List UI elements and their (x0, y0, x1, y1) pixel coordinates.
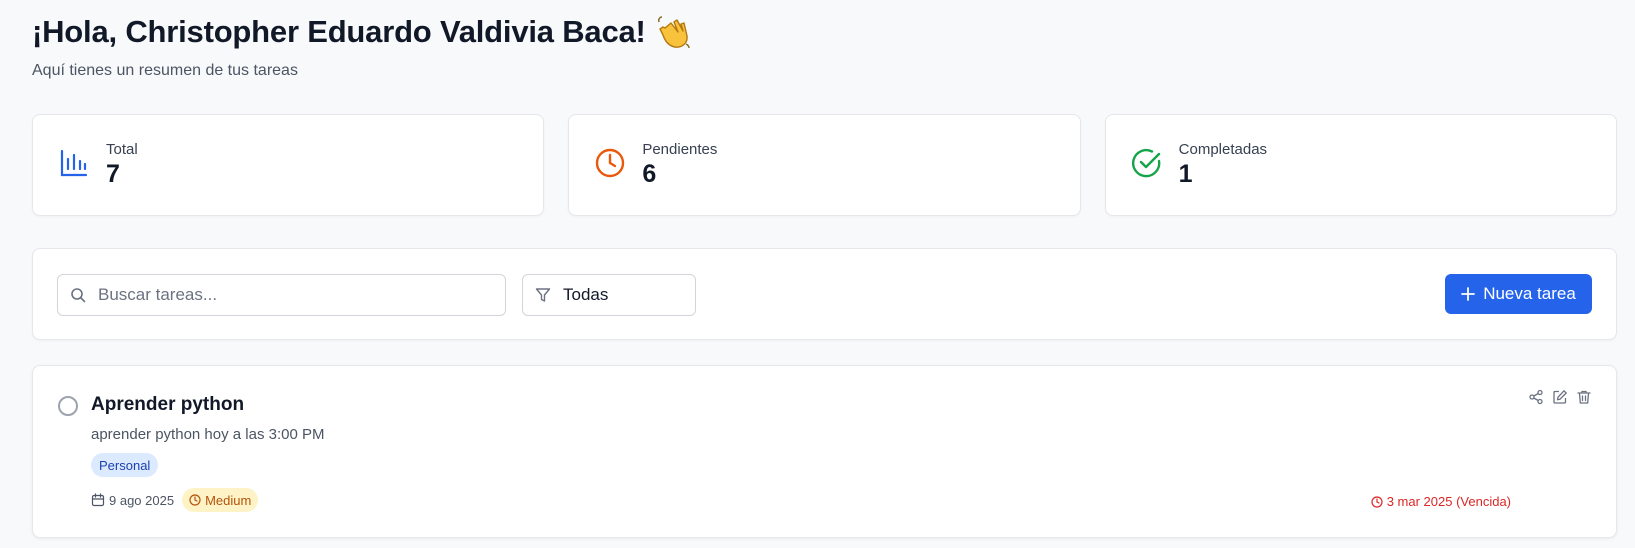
edit-icon[interactable] (1552, 389, 1568, 405)
task-actions (1528, 389, 1592, 405)
greeting-text: ¡Hola, Christopher Eduardo Valdivia Baca… (32, 14, 646, 49)
page-title: ¡Hola, Christopher Eduardo Valdivia Baca… (32, 14, 692, 50)
stat-value: 6 (642, 160, 657, 188)
stat-value: 1 (1178, 160, 1193, 188)
created-date: 9 ago 2025 (91, 493, 174, 508)
stat-card-completed: Completadas 1 (1104, 114, 1617, 216)
filter-value: Todas (563, 285, 609, 304)
task-title: Aprender python (91, 394, 245, 415)
page-header: ¡Hola, Christopher Eduardo Valdivia Baca… (32, 14, 692, 80)
stats-row: Total 7 Pendientes 6 Completadas 1 (32, 114, 1617, 216)
task-toolbar: Todas Nueva tarea (32, 248, 1617, 340)
clock-icon (594, 147, 626, 179)
category-badge: Personal (91, 453, 159, 477)
search-box[interactable] (57, 274, 506, 316)
priority-badge: Medium (182, 488, 259, 512)
filter-icon (535, 288, 551, 302)
created-date-text: 9 ago 2025 (109, 492, 175, 508)
stat-label: Completadas (1178, 141, 1268, 158)
task-complete-checkbox[interactable] (58, 396, 78, 416)
new-task-label: Nueva tarea (1483, 284, 1576, 303)
stat-label: Total (106, 141, 138, 158)
stat-value: 7 (106, 160, 120, 188)
new-task-button[interactable]: Nueva tarea (1445, 274, 1592, 314)
status-filter-select[interactable]: Todas (522, 274, 696, 316)
search-input[interactable] (98, 285, 478, 305)
clock-icon (189, 494, 201, 506)
search-icon (71, 288, 86, 303)
check-circle-icon (1131, 147, 1163, 179)
task-card: Aprender python aprender python hoy a la… (32, 365, 1617, 538)
trash-icon[interactable] (1576, 389, 1592, 405)
bar-chart-icon (58, 147, 90, 179)
due-date-text: 3 mar 2025 (Vencida) (1386, 494, 1511, 509)
stat-card-total: Total 7 (32, 114, 545, 216)
priority-text: Medium (205, 492, 252, 508)
due-date: 3 mar 2025 (Vencida) (1371, 494, 1511, 509)
calendar-icon (91, 493, 105, 507)
share-icon[interactable] (1528, 389, 1544, 405)
task-meta: 9 ago 2025 Medium (91, 488, 259, 512)
task-description: aprender python hoy a las 3:00 PM (91, 426, 325, 443)
plus-icon (1461, 287, 1476, 301)
page-subtitle: Aquí tienes un resumen de tus tareas (32, 62, 298, 79)
clock-icon (1371, 495, 1383, 508)
stat-label: Pendientes (642, 141, 718, 158)
waving-hand-icon (656, 14, 692, 50)
stat-card-pending: Pendientes 6 (568, 114, 1081, 216)
